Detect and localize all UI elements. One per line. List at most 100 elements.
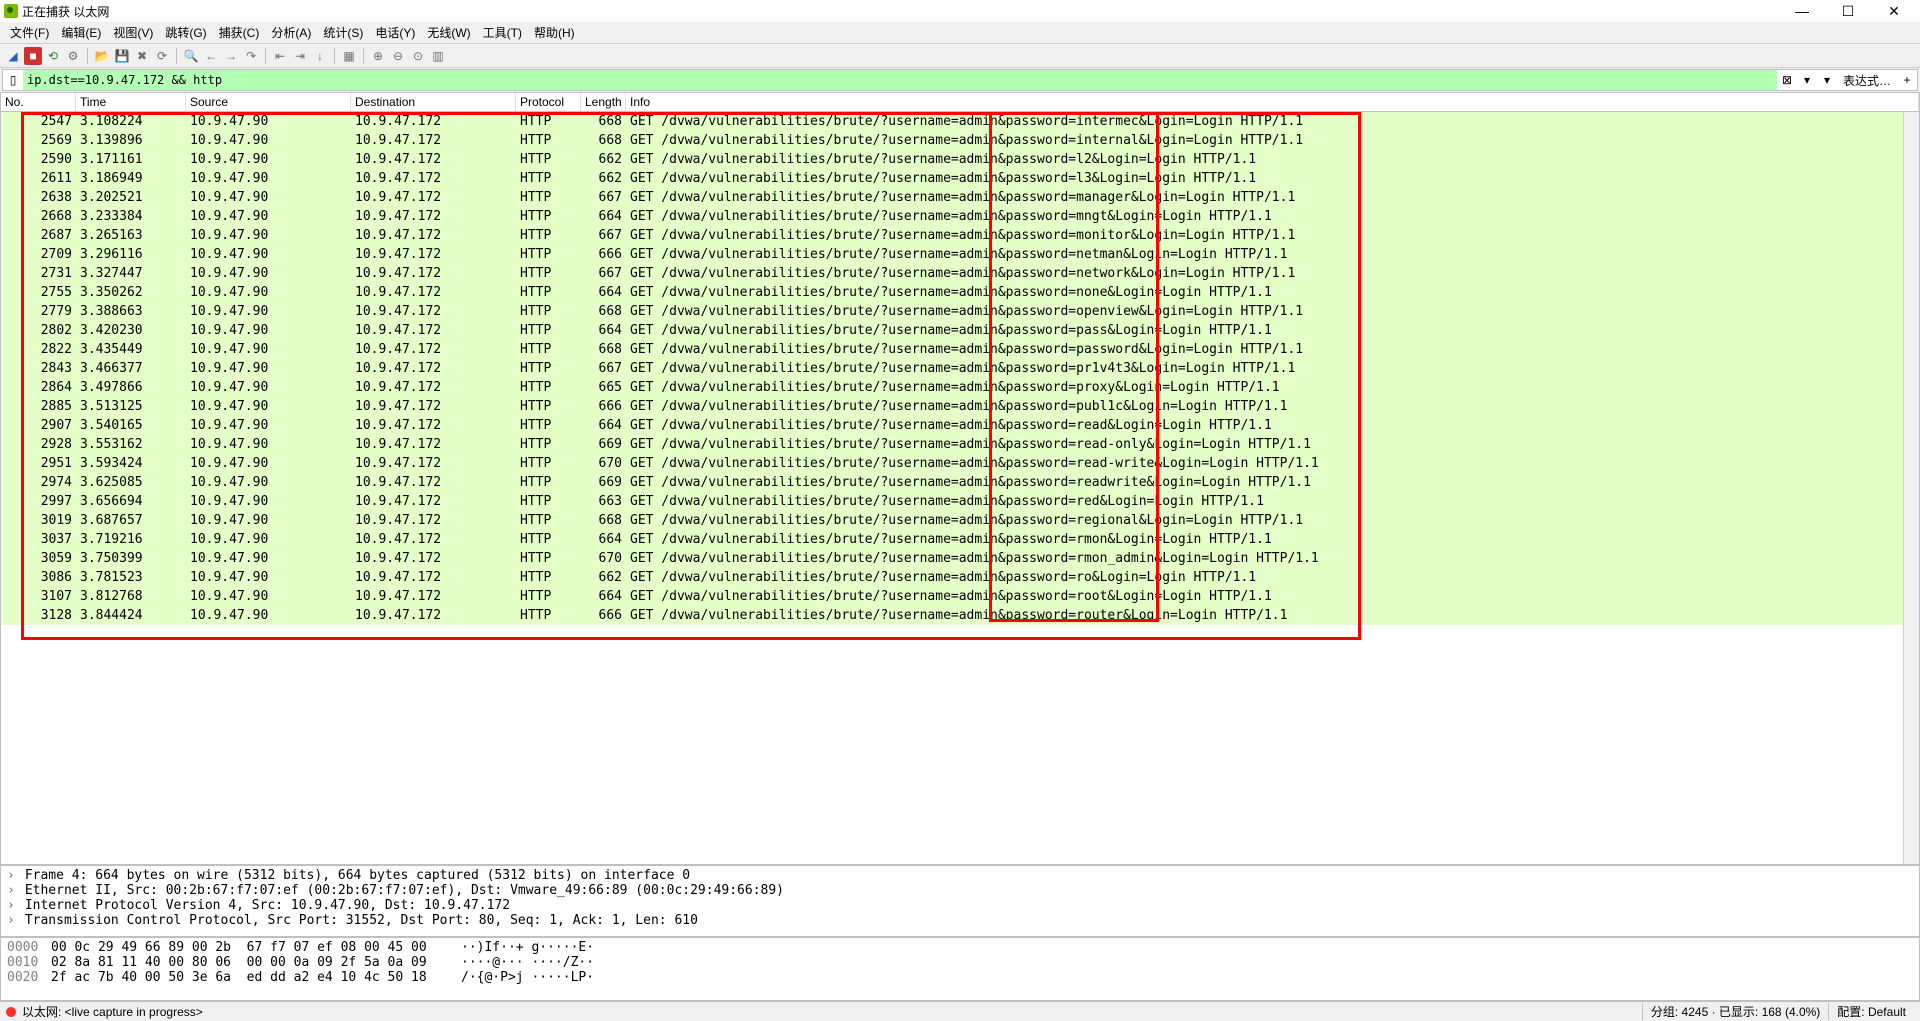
- start-capture-icon[interactable]: ◢: [4, 47, 22, 65]
- close-button[interactable]: ✕: [1880, 1, 1908, 21]
- table-row[interactable]: 29283.55316210.9.47.9010.9.47.172HTTP669…: [1, 435, 1919, 454]
- table-row[interactable]: 25473.10822410.9.47.9010.9.47.172HTTP668…: [1, 112, 1919, 131]
- col-len[interactable]: Length: [581, 93, 626, 111]
- table-row[interactable]: 28643.49786610.9.47.9010.9.47.172HTTP665…: [1, 378, 1919, 397]
- hex-line[interactable]: 000000 0c 29 49 66 89 00 2b 67 f7 07 ef …: [7, 940, 1913, 955]
- col-no[interactable]: No.: [1, 93, 76, 111]
- menu-edit[interactable]: 编辑(E): [55, 22, 107, 43]
- menu-view[interactable]: 视图(V): [107, 22, 159, 43]
- zoom-reset-icon[interactable]: ⊙: [409, 47, 427, 65]
- col-proto[interactable]: Protocol: [516, 93, 581, 111]
- restart-capture-icon[interactable]: ⟲: [44, 47, 62, 65]
- table-row[interactable]: 27553.35026210.9.47.9010.9.47.172HTTP664…: [1, 283, 1919, 302]
- zoom-out-icon[interactable]: ⊖: [389, 47, 407, 65]
- table-row[interactable]: 29743.62508510.9.47.9010.9.47.172HTTP669…: [1, 473, 1919, 492]
- go-to-packet-icon[interactable]: ↷: [242, 47, 260, 65]
- col-source[interactable]: Source: [186, 93, 351, 111]
- packet-list-pane[interactable]: No. Time Source Destination Protocol Len…: [0, 92, 1920, 865]
- display-filter-bar: ▯ ⊠ ▾ ▾ 表达式… +: [2, 69, 1918, 91]
- col-time[interactable]: Time: [76, 93, 186, 111]
- window-titlebar: 正在捕获 以太网 — ☐ ✕: [0, 0, 1920, 22]
- filter-dropdown-icon[interactable]: ▾: [1818, 71, 1836, 89]
- go-forward-icon[interactable]: →: [222, 47, 240, 65]
- toolbar-separator: [87, 48, 88, 64]
- table-row[interactable]: 28433.46637710.9.47.9010.9.47.172HTTP667…: [1, 359, 1919, 378]
- menu-file[interactable]: 文件(F): [4, 22, 55, 43]
- statusbar: 以太网: <live capture in progress> 分组: 4245…: [0, 1001, 1920, 1021]
- table-row[interactable]: 26383.20252110.9.47.9010.9.47.172HTTP667…: [1, 188, 1919, 207]
- table-row[interactable]: 27093.29611610.9.47.9010.9.47.172HTTP666…: [1, 245, 1919, 264]
- maximize-button[interactable]: ☐: [1834, 1, 1862, 21]
- menu-analyze[interactable]: 分析(A): [265, 22, 317, 43]
- table-row[interactable]: 28853.51312510.9.47.9010.9.47.172HTTP666…: [1, 397, 1919, 416]
- table-row[interactable]: 27313.32744710.9.47.9010.9.47.172HTTP667…: [1, 264, 1919, 283]
- col-dest[interactable]: Destination: [351, 93, 516, 111]
- col-info[interactable]: Info: [626, 93, 1919, 111]
- wireshark-icon: [4, 4, 18, 18]
- go-last-icon[interactable]: ⇥: [291, 47, 309, 65]
- packet-details-pane[interactable]: › Frame 4: 664 bytes on wire (5312 bits)…: [0, 865, 1920, 937]
- tree-item[interactable]: › Internet Protocol Version 4, Src: 10.9…: [7, 898, 1913, 913]
- menu-help[interactable]: 帮助(H): [528, 22, 581, 43]
- menu-tools[interactable]: 工具(T): [477, 22, 528, 43]
- table-row[interactable]: 30193.68765710.9.47.9010.9.47.172HTTP668…: [1, 511, 1919, 530]
- zoom-in-icon[interactable]: ⊕: [369, 47, 387, 65]
- table-row[interactable]: 29973.65669410.9.47.9010.9.47.172HTTP663…: [1, 492, 1919, 511]
- table-row[interactable]: 26113.18694910.9.47.9010.9.47.172HTTP662…: [1, 169, 1919, 188]
- status-profile[interactable]: 配置: Default: [1828, 1003, 1914, 1020]
- table-row[interactable]: 31283.84442410.9.47.9010.9.47.172HTTP666…: [1, 606, 1919, 625]
- apply-filter-icon[interactable]: ▾: [1798, 71, 1816, 89]
- table-row[interactable]: 30593.75039910.9.47.9010.9.47.172HTTP670…: [1, 549, 1919, 568]
- go-back-icon[interactable]: ←: [202, 47, 220, 65]
- clear-filter-icon[interactable]: ⊠: [1778, 71, 1796, 89]
- hex-line[interactable]: 00202f ac 7b 40 00 50 3e 6a ed dd a2 e4 …: [7, 970, 1913, 985]
- toolbar-separator: [363, 48, 364, 64]
- minimize-button[interactable]: —: [1788, 1, 1816, 21]
- menu-telephony[interactable]: 电话(Y): [369, 22, 421, 43]
- bookmark-filter-icon[interactable]: ▯: [5, 72, 21, 88]
- expression-button[interactable]: 表达式…: [1837, 72, 1897, 89]
- find-packet-icon[interactable]: 🔍: [182, 47, 200, 65]
- colorize-icon[interactable]: ▦: [340, 47, 358, 65]
- reload-icon[interactable]: ⟳: [153, 47, 171, 65]
- open-file-icon[interactable]: 📂: [93, 47, 111, 65]
- display-filter-input[interactable]: [23, 70, 1777, 90]
- table-row[interactable]: 28023.42023010.9.47.9010.9.47.172HTTP664…: [1, 321, 1919, 340]
- status-packets: 分组: 4245 · 已显示: 168 (4.0%): [1642, 1003, 1828, 1020]
- menubar: 文件(F) 编辑(E) 视图(V) 跳转(G) 捕获(C) 分析(A) 统计(S…: [0, 22, 1920, 44]
- menu-capture[interactable]: 捕获(C): [213, 22, 266, 43]
- packet-list-body: 25473.10822410.9.47.9010.9.47.172HTTP668…: [1, 112, 1919, 625]
- table-row[interactable]: 30373.71921610.9.47.9010.9.47.172HTTP664…: [1, 530, 1919, 549]
- table-row[interactable]: 26683.23338410.9.47.9010.9.47.172HTTP664…: [1, 207, 1919, 226]
- table-row[interactable]: 25903.17116110.9.47.9010.9.47.172HTTP662…: [1, 150, 1919, 169]
- save-file-icon[interactable]: 💾: [113, 47, 131, 65]
- table-row[interactable]: 30863.78152310.9.47.9010.9.47.172HTTP662…: [1, 568, 1919, 587]
- table-row[interactable]: 25693.13989610.9.47.9010.9.47.172HTTP668…: [1, 131, 1919, 150]
- capture-options-icon[interactable]: ⚙: [64, 47, 82, 65]
- go-first-icon[interactable]: ⇤: [271, 47, 289, 65]
- table-row[interactable]: 31073.81276810.9.47.9010.9.47.172HTTP664…: [1, 587, 1919, 606]
- add-filter-button[interactable]: +: [1898, 71, 1916, 89]
- table-row[interactable]: 28223.43544910.9.47.9010.9.47.172HTTP668…: [1, 340, 1919, 359]
- toolbar: ◢ ■ ⟲ ⚙ 📂 💾 ✖ ⟳ 🔍 ← → ↷ ⇤ ⇥ ↓ ▦ ⊕ ⊖ ⊙ ▥: [0, 44, 1920, 68]
- toolbar-separator: [265, 48, 266, 64]
- close-file-icon[interactable]: ✖: [133, 47, 151, 65]
- packet-list-scrollbar[interactable]: [1903, 93, 1919, 864]
- tree-item[interactable]: › Ethernet II, Src: 00:2b:67:f7:07:ef (0…: [7, 883, 1913, 898]
- table-row[interactable]: 26873.26516310.9.47.9010.9.47.172HTTP667…: [1, 226, 1919, 245]
- resize-columns-icon[interactable]: ▥: [429, 47, 447, 65]
- stop-capture-icon[interactable]: ■: [24, 47, 42, 65]
- menu-go[interactable]: 跳转(G): [159, 22, 212, 43]
- table-row[interactable]: 29073.54016510.9.47.9010.9.47.172HTTP664…: [1, 416, 1919, 435]
- table-row[interactable]: 29513.59342410.9.47.9010.9.47.172HTTP670…: [1, 454, 1919, 473]
- capture-led-icon: [6, 1007, 16, 1017]
- tree-item[interactable]: › Frame 4: 664 bytes on wire (5312 bits)…: [7, 868, 1913, 883]
- menu-stats[interactable]: 统计(S): [317, 22, 369, 43]
- window-title: 正在捕获 以太网: [22, 3, 1788, 20]
- auto-scroll-icon[interactable]: ↓: [311, 47, 329, 65]
- tree-item[interactable]: › Transmission Control Protocol, Src Por…: [7, 913, 1913, 928]
- table-row[interactable]: 27793.38866310.9.47.9010.9.47.172HTTP668…: [1, 302, 1919, 321]
- hex-line[interactable]: 001002 8a 81 11 40 00 80 06 00 00 0a 09 …: [7, 955, 1913, 970]
- packet-bytes-pane[interactable]: 000000 0c 29 49 66 89 00 2b 67 f7 07 ef …: [0, 937, 1920, 1001]
- menu-wireless[interactable]: 无线(W): [421, 22, 476, 43]
